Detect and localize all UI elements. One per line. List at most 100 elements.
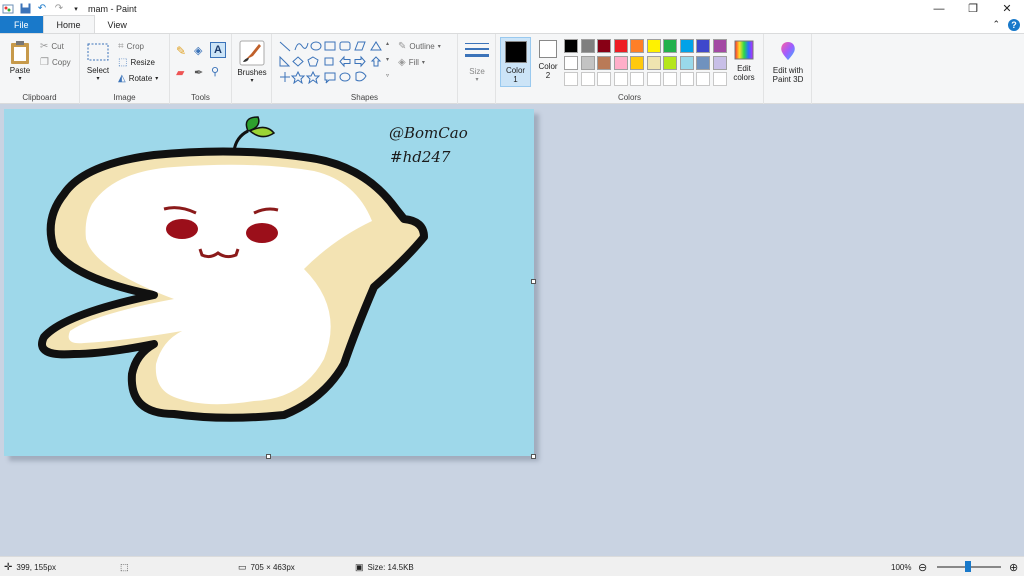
palette-swatch[interactable] [696,39,710,53]
palette-swatch[interactable] [712,39,727,53]
chevron-down-icon: ▾ [437,44,441,50]
palette-swatch[interactable] [712,55,727,70]
color2-button[interactable]: Color 2 [533,40,563,80]
fill-button[interactable]: ◈ Fill ▾ [398,57,425,68]
palette-swatch[interactable] [630,55,644,70]
save-icon[interactable] [19,3,31,15]
shapes-scroll-down-icon[interactable]: ▾ [386,56,389,63]
shapes-expand-icon[interactable]: ▿ [386,72,389,79]
palette-swatch[interactable] [580,55,595,70]
palette-swatch[interactable] [597,39,611,53]
status-bar: ✛ 399, 155px ⬚ ▭ 705 × 463px ▣ Size: 14.… [0,556,1024,576]
text-tool-icon[interactable]: A [210,42,226,58]
rotate-button[interactable]: ◭ Rotate ▾ [118,73,158,84]
paint-app-icon[interactable] [2,3,14,15]
palette-swatch[interactable] [646,39,661,53]
pencil-icon[interactable]: ✎ [176,44,186,58]
ribbon: Paste ▾ ✂ Cut ❐ Copy Clipboard Select ▾ … [0,34,1024,104]
size-button[interactable]: Size ▾ [463,41,491,85]
help-icon[interactable]: ? [1008,18,1020,31]
signature-line-2: #hd247 [390,148,451,166]
palette-swatch[interactable] [646,55,661,70]
minimize-button[interactable]: — [922,0,956,17]
resize-handle-right[interactable] [531,279,536,284]
canvas-workspace[interactable]: @BomCao #hd247 [0,104,1024,556]
palette-swatch[interactable] [580,39,595,53]
collapse-ribbon-icon[interactable]: ⌃ [992,19,1000,30]
color-palette [564,39,727,86]
fill-icon: ◈ [398,57,406,68]
palette-swatch[interactable] [696,55,710,70]
palette-swatch[interactable] [597,55,611,70]
edit-with-paint3d-button[interactable]: Edit with Paint 3D [766,40,810,84]
line-size-icon [465,43,489,57]
cut-button[interactable]: ✂ Cut [40,41,64,52]
chevron-down-icon: ▾ [18,76,22,82]
palette-swatch[interactable] [679,39,694,53]
zoom-slider-thumb[interactable] [965,561,971,572]
resize-handle-bottom[interactable] [266,454,271,459]
palette-swatch[interactable] [679,72,694,86]
palette-swatch[interactable] [630,39,644,53]
chevron-down-icon: ▾ [250,78,254,84]
shapes-label: Shapes [350,93,379,102]
color-picker-icon[interactable]: ✒ [194,66,203,79]
maximize-button[interactable]: ❐ [956,0,990,17]
brushes-button[interactable]: Brushes ▾ [235,40,269,86]
palette-swatch[interactable] [712,72,727,86]
resize-button[interactable]: ⬚ Resize [118,57,155,68]
select-button[interactable]: Select ▾ [84,42,112,84]
palette-swatch[interactable] [646,72,661,86]
edit-colors-button[interactable]: Edit colors [729,40,759,82]
color1-button[interactable]: Color 1 [500,37,531,87]
copy-icon: ❐ [40,57,49,68]
palette-swatch[interactable] [613,55,628,70]
quick-access-toolbar: ↶ ↷ ▾ [0,3,82,15]
palette-swatch[interactable] [663,72,677,86]
chevron-down-icon: ▾ [421,60,425,66]
eraser-icon[interactable]: ▰ [176,66,184,79]
outline-button[interactable]: ✎ Outline ▾ [398,41,441,52]
zoom-out-button[interactable]: ⊖ [918,557,927,576]
undo-icon[interactable]: ↶ [36,3,48,15]
palette-swatch[interactable] [663,55,677,70]
palette-swatch[interactable] [630,72,644,86]
palette-swatch[interactable] [663,39,677,53]
title-bar: ↶ ↷ ▾ mam - Paint — ❐ ✕ [0,0,1024,17]
paste-button[interactable]: Paste ▾ [6,40,34,84]
palette-swatch[interactable] [696,72,710,86]
customize-quick-access-icon[interactable]: ▾ [70,3,82,15]
resize-icon: ⬚ [118,57,128,68]
shapes-gallery[interactable] [278,40,390,84]
ribbon-tabs: File Home View ⌃ ? [0,15,1024,34]
fill-bucket-icon[interactable]: ◈ [194,44,202,57]
drawing-canvas[interactable]: @BomCao #hd247 [4,109,534,456]
crop-button[interactable]: ⌗ Crop [118,41,144,52]
palette-swatch[interactable] [597,72,611,86]
palette-swatch[interactable] [564,55,578,70]
tab-view[interactable]: View [95,16,140,33]
palette-swatch[interactable] [564,39,578,53]
palette-swatch[interactable] [613,72,628,86]
redo-icon[interactable]: ↷ [53,3,65,15]
palette-swatch[interactable] [564,72,578,86]
copy-button[interactable]: ❐ Copy [40,57,71,68]
tools-group: ✎ ◈ A ▰ ✒ ⚲ Tools [170,34,232,104]
shapes-scroll-up-icon[interactable]: ▴ [386,40,389,47]
magnifier-icon[interactable]: ⚲ [211,65,219,78]
palette-swatch[interactable] [679,55,694,70]
palette-swatch[interactable] [613,39,628,53]
palette-swatch[interactable] [580,72,595,86]
edit-colors-icon [734,40,754,60]
select-icon [87,43,109,61]
tab-file[interactable]: File [0,16,43,33]
brushes-group: Brushes ▾ [232,34,272,104]
resize-handle-corner[interactable] [531,454,536,459]
image-label: Image [113,93,136,102]
scissors-icon: ✂ [40,41,49,52]
close-button[interactable]: ✕ [990,0,1024,17]
paint3d-icon [781,42,795,60]
shapes-group: ▴ ▾ ▿ ✎ Outline ▾ ◈ Fill ▾ Shapes [272,34,458,104]
tab-home[interactable]: Home [42,15,95,33]
zoom-in-button[interactable]: ⊕ [1009,557,1018,576]
